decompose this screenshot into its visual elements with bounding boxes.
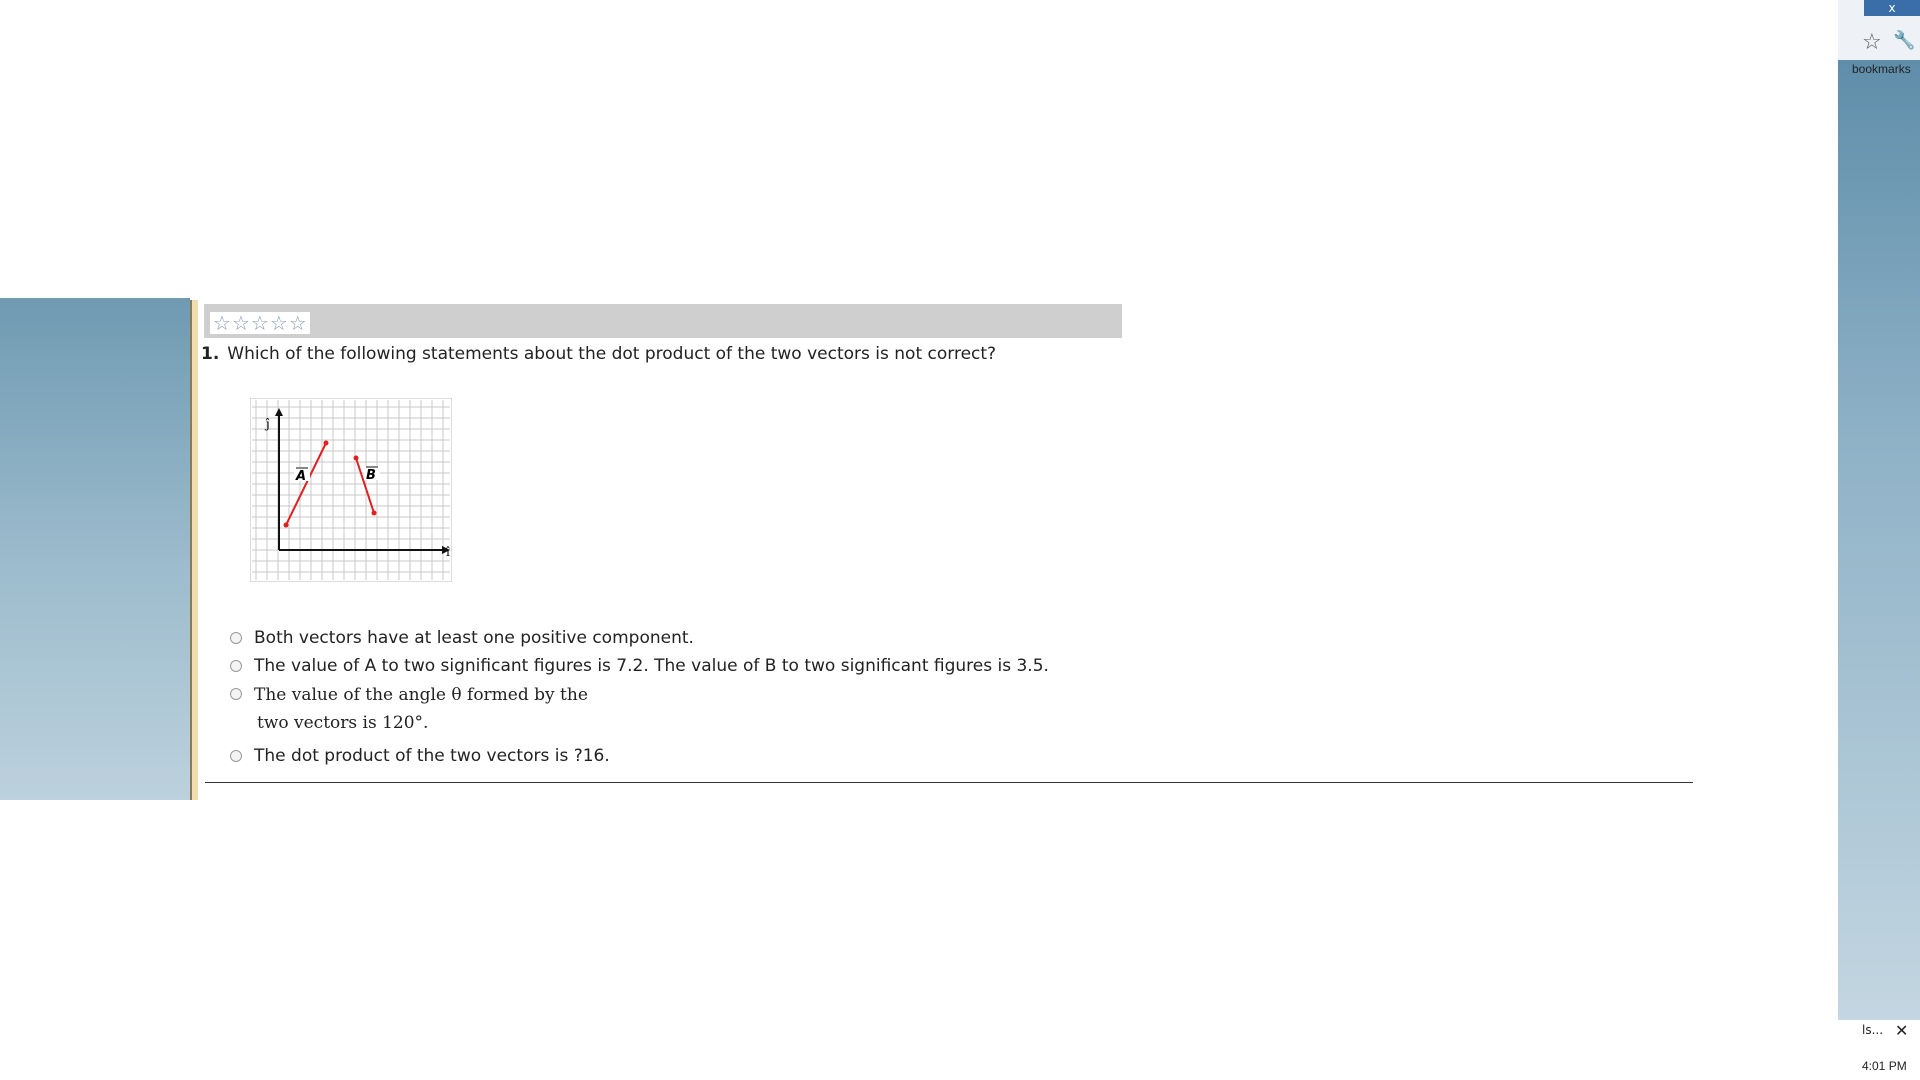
vector-a-tail <box>283 522 289 528</box>
choice-3-label-line2: two vectors is 120°. <box>257 713 429 733</box>
x-axis-label: î <box>446 545 450 559</box>
star-icon[interactable]: ☆ <box>213 313 231 333</box>
star-icon[interactable]: ☆ <box>232 313 250 333</box>
choice-3-label-line1: The value of the angle θ formed by the <box>254 685 588 705</box>
question-header-bar <box>204 304 1122 338</box>
wrench-icon[interactable]: 🔧 <box>1893 30 1915 51</box>
choice-1-radio[interactable] <box>230 632 242 644</box>
vector-a-label: A <box>295 469 306 484</box>
question-prompt: Which of the following statements about … <box>227 344 997 364</box>
taskbar-clock: 4:01 PM <box>1862 1059 1907 1073</box>
question-number: 1. <box>201 344 220 364</box>
choice-2-radio[interactable] <box>230 660 242 672</box>
bookmark-star-icon[interactable]: ☆ <box>1862 30 1882 55</box>
graph-border <box>250 398 452 582</box>
bookmarks-label[interactable]: bookmarks <box>1852 62 1911 76</box>
desktop-background-right <box>1838 60 1920 1020</box>
star-icon[interactable]: ☆ <box>289 313 307 333</box>
question-text: 1. Which of the following statements abou… <box>201 344 996 364</box>
choice-3-radio[interactable] <box>230 688 242 700</box>
choice-4-radio[interactable] <box>230 750 242 762</box>
vector-b-head <box>371 510 377 516</box>
rating-stars[interactable]: ☆ ☆ ☆ ☆ ☆ <box>210 312 310 334</box>
vector-a-head <box>323 440 329 446</box>
star-icon[interactable]: ☆ <box>270 313 288 333</box>
vector-b-label: B <box>366 468 376 483</box>
choice-4-label: The dot product of the two vectors is ?1… <box>254 746 610 766</box>
question-divider <box>205 782 1693 783</box>
vector-graph: î ĵ A B <box>250 398 452 582</box>
choice-2-label: The value of A to two significant figure… <box>254 656 1049 676</box>
redacted-area <box>0 800 1838 1080</box>
choice-1-label: Both vectors have at least one positive … <box>254 628 694 648</box>
star-icon[interactable]: ☆ <box>251 313 269 333</box>
window-close-button[interactable]: x <box>1864 0 1920 16</box>
close-icon[interactable]: ✕ <box>1895 1021 1908 1040</box>
vector-b-tail <box>353 455 359 461</box>
taskbar-tab[interactable]: ls... <box>1862 1023 1883 1037</box>
